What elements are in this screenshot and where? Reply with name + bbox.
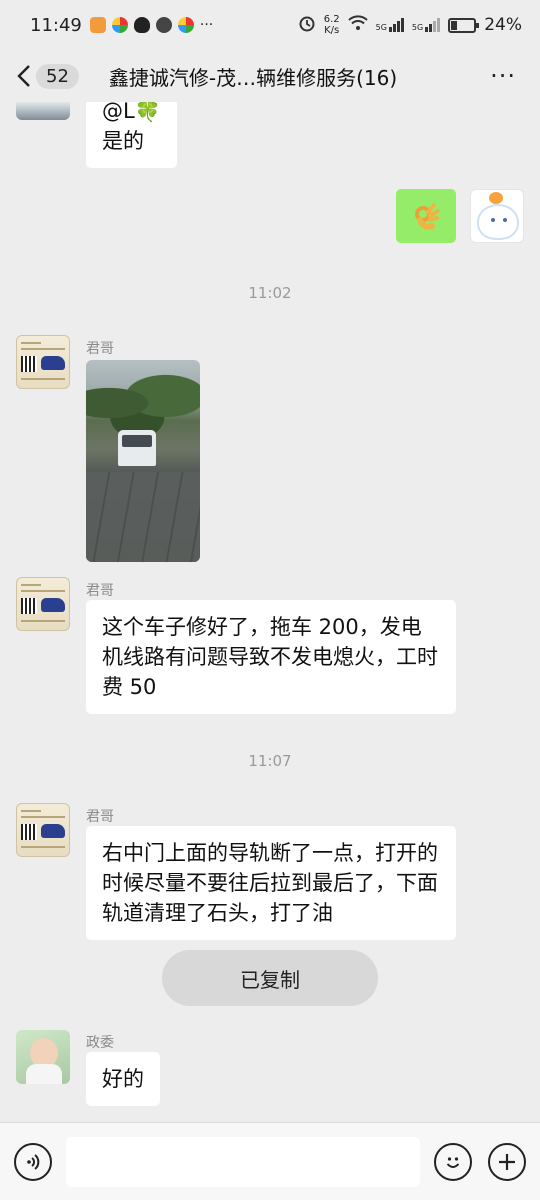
image-message[interactable]: [86, 360, 200, 562]
app-notification-icon: [177, 17, 194, 33]
unread-count-badge[interactable]: 52: [36, 63, 79, 89]
ok-hand-emoji-icon: [414, 202, 440, 230]
message-text: @L🍀: [102, 102, 161, 123]
message-bubble[interactable]: 这个车子修好了，拖车 200，发电机线路有问题导致不发电熄火，工时费 50: [86, 600, 456, 714]
status-time: 11:49: [30, 14, 82, 36]
signal-label: 5G: [375, 23, 387, 32]
emoji-button[interactable]: [434, 1142, 472, 1181]
chat-title: 鑫捷诚汽修-茂…辆维修服务(16): [108, 65, 398, 90]
back-arrow-icon[interactable]: [14, 64, 34, 88]
sender-name: 君哥: [86, 583, 114, 599]
timestamp: 11:02: [248, 284, 292, 302]
my-avatar[interactable]: [470, 189, 524, 243]
input-actions: [434, 1142, 526, 1181]
chat-header: 52 鑫捷诚汽修-茂…辆维修服务(16) ···: [0, 50, 540, 102]
plus-icon: [499, 1153, 515, 1170]
wifi-icon: [347, 15, 368, 35]
app-notification-icon: [89, 17, 106, 33]
battery-fill: [451, 20, 457, 30]
my-message-bubble[interactable]: [396, 189, 456, 243]
signal-icon: 5G: [411, 18, 441, 32]
avatar[interactable]: [16, 102, 70, 120]
status-right: 6.2 K/s 5G 5G 24%: [298, 14, 522, 36]
voice-input-button[interactable]: [14, 1142, 52, 1181]
qq-icon: [133, 17, 150, 33]
sender-name: 君哥: [86, 341, 114, 357]
app-notification-icon: [111, 17, 128, 33]
message-bubble[interactable]: 好的: [86, 1052, 160, 1106]
toast-text: 已复制: [240, 967, 300, 992]
signal-icon: 5G: [376, 18, 404, 32]
message-bubble[interactable]: @L🍀 是的: [86, 102, 177, 168]
alarm-icon: [298, 14, 316, 36]
message-text: 是的: [102, 129, 144, 153]
sender-name: 政委: [86, 1035, 114, 1051]
message-text: 这个车子修好了，拖车 200，发电机线路有问题导致不发电熄火，工时费 50: [102, 615, 438, 699]
message-input[interactable]: [66, 1136, 420, 1187]
battery-percent: 24%: [484, 15, 522, 35]
status-bar: 11:49 ··· 6.2 K/s 5G 5G 24%: [0, 0, 540, 50]
voice-icon: [27, 1153, 40, 1170]
sender-name: 君哥: [86, 809, 114, 825]
more-options-button[interactable]: ···: [490, 62, 526, 90]
copied-toast: 已复制: [162, 950, 378, 1006]
smiley-icon: [446, 1156, 460, 1168]
message-bubble[interactable]: 右中门上面的导轨断了一点，打开的时候尽量不要往后拉到最后了，下面轨道清理了石头，…: [86, 826, 456, 940]
battery-icon: [448, 17, 480, 33]
chat-message-list[interactable]: @L🍀 是的 11:02 君哥 君哥 这个车子修好了，拖车 200，发电机线路有…: [0, 102, 540, 1122]
avatar[interactable]: [16, 577, 70, 631]
wechat-icon: [155, 17, 172, 33]
network-speed: 6.2 K/s: [324, 14, 340, 36]
avatar[interactable]: [16, 1030, 70, 1084]
avatar[interactable]: [16, 803, 70, 857]
more-notifications-icon: ···: [199, 17, 214, 33]
message-text: 右中门上面的导轨断了一点，打开的时候尽量不要往后拉到最后了，下面轨道清理了石头，…: [102, 841, 438, 925]
net-speed-value: 6.2: [323, 14, 340, 25]
message-text: 好的: [102, 1067, 144, 1091]
timestamp: 11:07: [248, 752, 292, 770]
input-bar: [0, 1122, 540, 1200]
plus-button[interactable]: [488, 1142, 526, 1181]
signal-label: 5G: [411, 23, 424, 32]
net-speed-unit: K/s: [324, 25, 340, 36]
avatar[interactable]: [16, 335, 70, 389]
notification-icons: ···: [89, 17, 214, 33]
